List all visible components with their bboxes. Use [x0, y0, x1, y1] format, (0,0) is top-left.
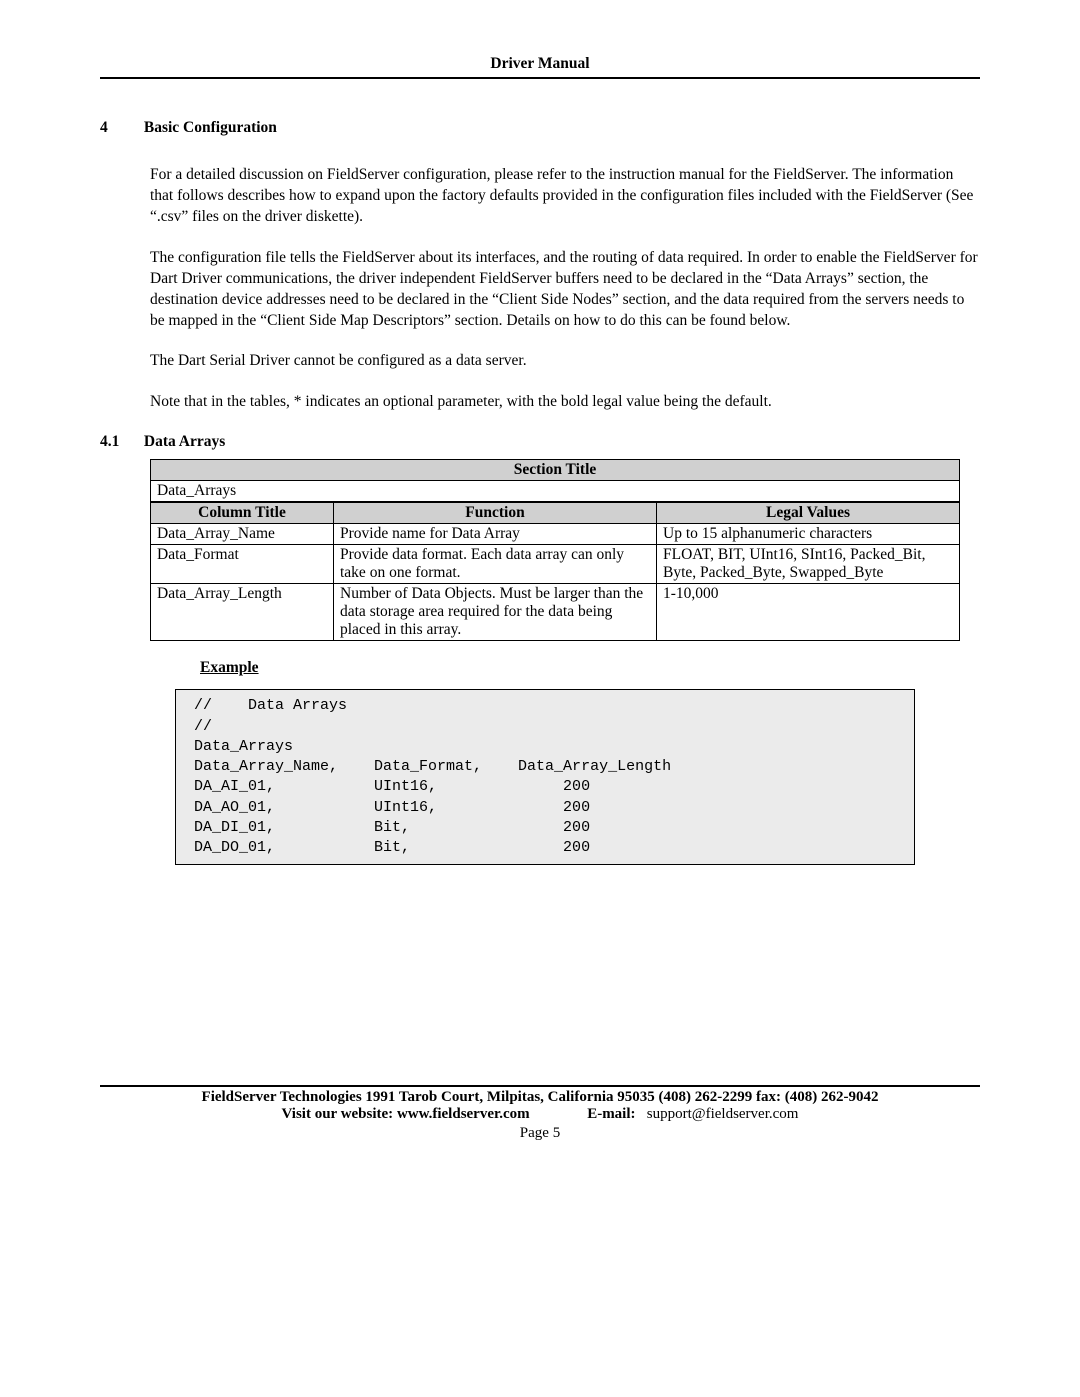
- subsection-heading: 4.1 Data Arrays: [100, 433, 980, 451]
- subsection-number: 4.1: [100, 433, 140, 451]
- section-heading: 4 Basic Configuration: [100, 119, 980, 137]
- table-row: Data_Array_Length Number of Data Objects…: [151, 584, 960, 641]
- table-cell: Number of Data Objects. Must be larger t…: [334, 584, 657, 641]
- table-cell: Provide data format. Each data array can…: [334, 545, 657, 584]
- footer-address: FieldServer Technologies 1991 Tarob Cour…: [100, 1089, 980, 1106]
- example-code-block: // Data Arrays // Data_Arrays Data_Array…: [175, 689, 915, 865]
- page-footer: FieldServer Technologies 1991 Tarob Cour…: [100, 1085, 980, 1123]
- paragraph-2: The configuration file tells the FieldSe…: [150, 248, 980, 332]
- table-row: Data_Format Provide data format. Each da…: [151, 545, 960, 584]
- section-number: 4: [100, 119, 140, 137]
- table-header-function: Function: [334, 503, 657, 524]
- table-cell: Provide name for Data Array: [334, 524, 657, 545]
- paragraph-4: Note that in the tables, * indicates an …: [150, 392, 980, 413]
- config-table-main: Column Title Function Legal Values Data_…: [150, 502, 960, 641]
- table-section-title-value: Data_Arrays: [151, 481, 960, 502]
- footer-website-label: Visit our website:: [282, 1106, 397, 1122]
- footer-email: [639, 1106, 647, 1122]
- footer-website: www.fieldserver.com: [397, 1106, 530, 1122]
- table-cell: Data_Format: [151, 545, 334, 584]
- page-header-title: Driver Manual: [100, 55, 980, 79]
- table-cell: Data_Array_Length: [151, 584, 334, 641]
- table-cell: FLOAT, BIT, UInt16, SInt16, Packed_Bit, …: [657, 545, 960, 584]
- table-row: Data_Array_Name Provide name for Data Ar…: [151, 524, 960, 545]
- table-cell: Data_Array_Name: [151, 524, 334, 545]
- table-header-column-title: Column Title: [151, 503, 334, 524]
- table-cell: 1-10,000: [657, 584, 960, 641]
- table-header-legal-values: Legal Values: [657, 503, 960, 524]
- config-table: Section Title Data_Arrays: [150, 459, 960, 502]
- paragraph-1: For a detailed discussion on FieldServer…: [150, 165, 980, 228]
- footer-contact-line: Visit our website: www.fieldserver.com E…: [100, 1106, 980, 1123]
- section-title: Basic Configuration: [144, 119, 277, 136]
- table-section-title-header: Section Title: [151, 460, 960, 481]
- page-number: Page 5: [100, 1125, 980, 1142]
- table-cell: Up to 15 alphanumeric characters: [657, 524, 960, 545]
- footer-email-value: support@fieldserver.com: [647, 1106, 799, 1122]
- example-label: Example: [200, 659, 980, 677]
- paragraph-3: The Dart Serial Driver cannot be configu…: [150, 351, 980, 372]
- footer-email-label: E-mail:: [587, 1106, 635, 1122]
- subsection-title: Data Arrays: [144, 433, 225, 450]
